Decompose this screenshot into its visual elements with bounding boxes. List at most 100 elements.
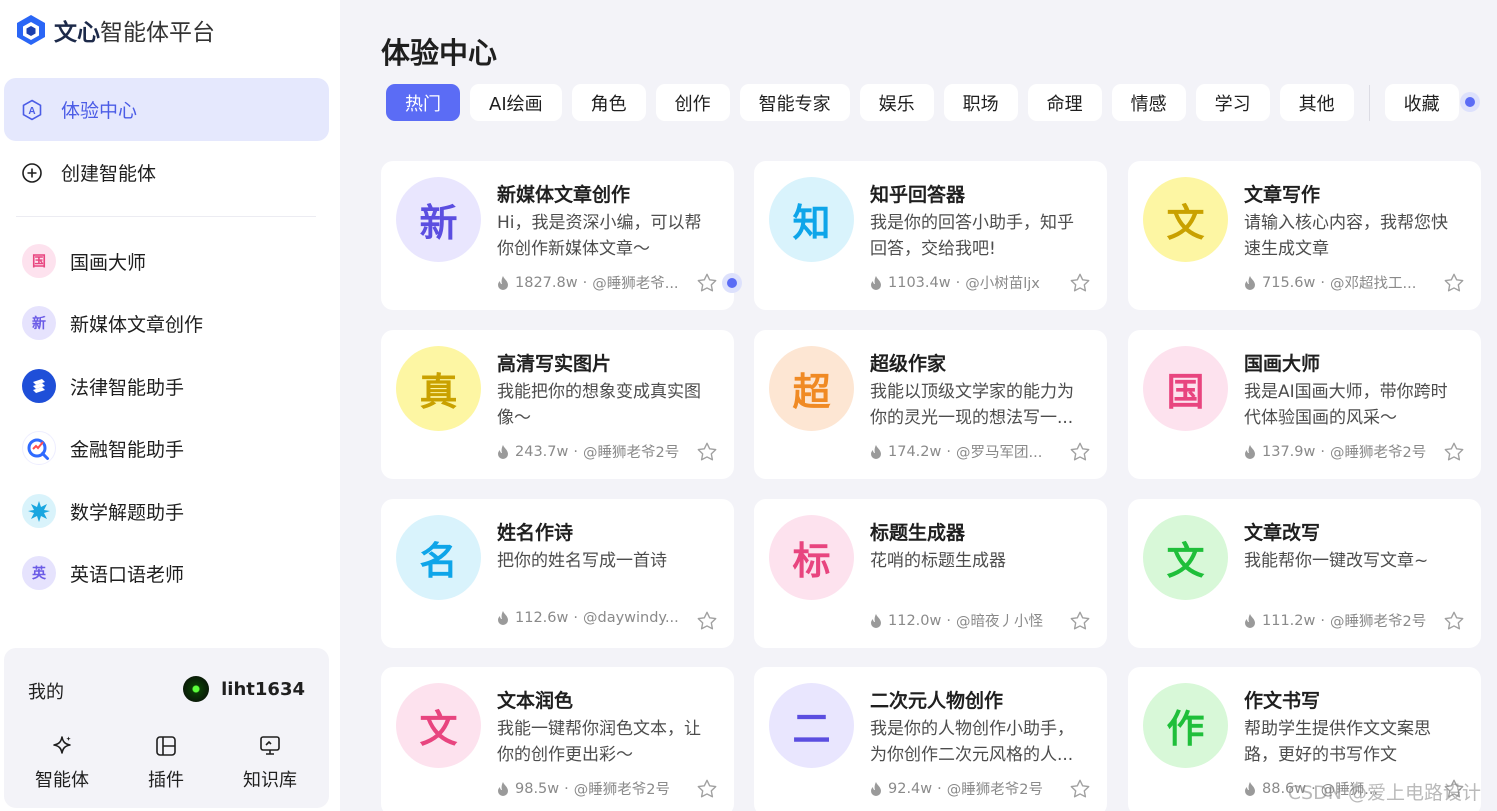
agent-avatar: 文 xyxy=(1143,177,1228,262)
fire-icon xyxy=(1244,613,1256,628)
favorite-star-icon[interactable] xyxy=(1443,610,1465,632)
hot-count: 174.2w xyxy=(888,443,942,460)
agent-avatar: 名 xyxy=(396,515,481,600)
favorite-star-icon[interactable] xyxy=(1069,778,1091,800)
recent-agent-label: 数学解题助手 xyxy=(70,501,185,524)
agent-card[interactable]: 文文本润色 我能一键帮你润色文本，让你的创作更出彩～ 98.5w · @睡狮老爷2号 xyxy=(381,667,734,811)
plus-circle-icon xyxy=(21,162,43,184)
avatar: 英 xyxy=(22,556,56,590)
favorite-star-icon[interactable] xyxy=(1443,441,1465,463)
meta-separator: · xyxy=(1320,612,1325,629)
agent-card[interactable]: 新新媒体文章创作 Hi，我是资深小编，可以帮你创作新媒体文章～ 1827.8w · @睡… xyxy=(381,161,734,310)
author-name: @daywindy... xyxy=(582,610,679,626)
favorite-star-icon[interactable] xyxy=(1443,272,1465,294)
tab-emotion[interactable]: 情感 xyxy=(1111,84,1186,121)
favorite-star-icon[interactable] xyxy=(1069,441,1091,463)
tab-favorites[interactable]: 收藏 xyxy=(1384,84,1459,121)
agent-avatar: 新 xyxy=(396,177,481,262)
watermark: CSDN @爱上电路设计 xyxy=(1287,782,1481,804)
hot-count: 111.2w xyxy=(1262,612,1316,629)
agent-description: 我能以顶级文学家的能力为你的灵光一现的想法写一... xyxy=(870,382,1074,428)
plugin-icon xyxy=(126,734,206,760)
tab-role[interactable]: 角色 xyxy=(571,84,646,121)
agent-card[interactable]: 国国画大师 我是AI国画大师，带你跨时代体验国画的风采～ 137.9w · @睡狮老爷2… xyxy=(1128,330,1481,479)
favorite-star-icon[interactable] xyxy=(696,441,718,463)
agent-avatar: 超 xyxy=(769,346,854,431)
sparkle-icon xyxy=(22,734,102,760)
tab-fortune[interactable]: 命理 xyxy=(1027,84,1102,121)
agent-card[interactable]: 名姓名作诗 把你的姓名写成一首诗 112.6w · @daywindy... xyxy=(381,499,734,648)
agent-card[interactable]: 标标题生成器 花哨的标题生成器 112.0w · @暗夜丿小怪 xyxy=(754,499,1107,648)
recent-agent-finance[interactable]: 金融智能助手 xyxy=(22,428,322,468)
agent-card[interactable]: 二二次元人物创作 我是你的人物创作小助手，为你创作二次元风格的人... 92.4w ·… xyxy=(754,667,1107,811)
author-name: @睡狮老爷2号 xyxy=(573,782,670,798)
fire-icon xyxy=(1244,444,1256,459)
my-panel: 我的 liht1634 智能体 插件 知识库 xyxy=(4,648,329,808)
agent-title: 超级作家 xyxy=(870,353,947,375)
author-name: @睡狮老爷2号 xyxy=(946,782,1043,798)
tab-expert[interactable]: 智能专家 xyxy=(739,84,850,121)
agent-meta: 112.6w · @daywindy... xyxy=(497,610,687,626)
agent-card[interactable]: 超超级作家我能以顶级文学家的能力为你的灵光一现的想法写一... 174.2w · @罗… xyxy=(754,330,1107,479)
agent-title: 文章写作 xyxy=(1244,184,1321,206)
recent-agent-guohua[interactable]: 国 国画大师 xyxy=(22,241,322,281)
fire-icon xyxy=(870,613,882,628)
agent-card[interactable]: 文文章改写 我能帮你一键改写文章~ 111.2w · @睡狮老爷2号 xyxy=(1128,499,1481,648)
user-profile[interactable]: liht1634 xyxy=(183,676,305,702)
nav-item-create-agent[interactable]: 创建智能体 xyxy=(4,141,329,204)
tab-study[interactable]: 学习 xyxy=(1195,84,1270,121)
fire-icon xyxy=(870,444,882,459)
agent-meta: 1827.8w · @睡狮老爷... xyxy=(497,272,687,293)
nav-item-experience-center[interactable]: A 体验中心 xyxy=(4,78,329,141)
fire-icon xyxy=(870,275,882,290)
favorite-star-icon[interactable] xyxy=(1069,272,1091,294)
agent-description: 请输入核心内容，我帮您快速生成文章 xyxy=(1244,213,1448,259)
status-dot xyxy=(727,278,737,288)
tool-agents[interactable]: 智能体 xyxy=(22,734,102,792)
tool-plugins[interactable]: 插件 xyxy=(126,734,206,792)
meta-separator: · xyxy=(946,612,951,629)
agent-description: Hi，我是资深小编，可以帮你创作新媒体文章～ xyxy=(497,213,702,259)
tab-other[interactable]: 其他 xyxy=(1279,84,1354,121)
recent-agent-new-media[interactable]: 新 新媒体文章创作 xyxy=(22,303,322,343)
knowledge-base-icon xyxy=(230,734,310,760)
meta-separator: · xyxy=(1320,443,1325,460)
favorite-star-icon[interactable] xyxy=(1069,610,1091,632)
app-logo[interactable]: 文心智能体平台 xyxy=(16,12,215,48)
agent-title: 高清写实图片 xyxy=(497,353,612,375)
favorite-star-icon[interactable] xyxy=(696,610,718,632)
agent-description: 把你的姓名写成一首诗 xyxy=(497,551,667,571)
tool-label: 插件 xyxy=(148,770,184,791)
agent-card[interactable]: 文文章写作请输入核心内容，我帮您快速生成文章 715.6w · @邓超找工... xyxy=(1128,161,1481,310)
agent-meta: 98.5w · @睡狮老爷2号 xyxy=(497,778,687,799)
agent-card[interactable]: 知知乎回答器 我是你的回答小助手，知乎回答，交给我吧! 1103.4w · @小树苗lj… xyxy=(754,161,1107,310)
hot-count: 715.6w xyxy=(1262,274,1316,291)
recent-agent-math[interactable]: 数学解题助手 xyxy=(22,491,322,531)
favorite-star-icon[interactable] xyxy=(696,778,718,800)
agent-card[interactable]: 真高清写实图片 我能把你的想象变成真实图像～ 243.7w · @睡狮老爷2号 xyxy=(381,330,734,479)
avatar: 新 xyxy=(22,306,56,340)
tool-label: 知识库 xyxy=(243,770,297,791)
tab-creation[interactable]: 创作 xyxy=(655,84,730,121)
app-name: 文心智能体平台 xyxy=(54,20,215,46)
meta-separator: · xyxy=(955,274,961,291)
tab-ai-painting[interactable]: AI绘画 xyxy=(470,84,562,121)
agent-description: 我是AI国画大师，带你跨时代体验国画的风采～ xyxy=(1244,382,1448,428)
agent-description: 我是你的回答小助手，知乎回答，交给我吧! xyxy=(870,213,1074,259)
tab-workplace[interactable]: 职场 xyxy=(943,84,1018,121)
agent-meta: 715.6w · @邓超找工... xyxy=(1244,272,1434,293)
tab-entertainment[interactable]: 娱乐 xyxy=(859,84,934,121)
recent-agent-legal[interactable]: 法律智能助手 xyxy=(22,366,322,406)
favorite-star-icon[interactable] xyxy=(696,272,718,294)
nav-item-label: 体验中心 xyxy=(61,100,138,122)
tab-separator xyxy=(1368,84,1370,121)
author-name: @罗马军团... xyxy=(955,445,1043,461)
meta-separator: · xyxy=(946,443,951,460)
recent-agent-english[interactable]: 英 英语口语老师 xyxy=(22,553,322,593)
tab-hot[interactable]: 热门 xyxy=(386,84,460,121)
svg-text:A: A xyxy=(28,106,35,117)
tool-knowledge-base[interactable]: 知识库 xyxy=(230,734,310,792)
agent-description: 花哨的标题生成器 xyxy=(870,551,1006,571)
agent-meta: 137.9w · @睡狮老爷2号 xyxy=(1244,441,1434,462)
meta-separator: · xyxy=(564,780,569,797)
